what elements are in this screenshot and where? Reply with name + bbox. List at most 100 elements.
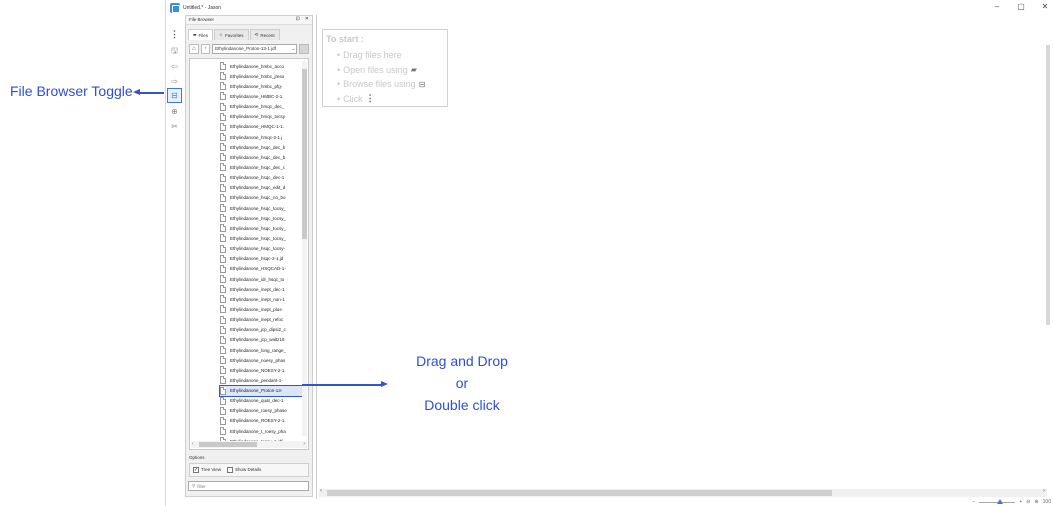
float-panel-button[interactable]: ⊡ bbox=[296, 16, 300, 22]
scroll-right-icon[interactable]: › bbox=[303, 441, 305, 447]
file-list-item[interactable]: Ethylindanone_hsqc_tocsy- bbox=[220, 244, 304, 254]
file-list[interactable]: Ethylindanone_hmbc_acco Ethylindanone_hmb… bbox=[189, 58, 309, 450]
home-icon[interactable]: ⌂ bbox=[189, 43, 199, 54]
file-name: Ethylindanone_hsqc_tocsy_ bbox=[230, 225, 287, 231]
start-item-open: • Open files using ▰ bbox=[337, 64, 417, 75]
filter-input[interactable]: ⚲ filter bbox=[188, 481, 309, 491]
file-list-item[interactable]: Ethylindanone_Proton-13- bbox=[219, 384, 305, 397]
scroll-thumb[interactable] bbox=[327, 490, 832, 496]
scroll-right-icon[interactable]: › bbox=[1043, 488, 1045, 494]
up-arrow-icon[interactable]: ↑ bbox=[200, 43, 211, 54]
file-list-item[interactable]: Ethylindanone_hsqc_tocsy_ bbox=[220, 213, 304, 223]
more-icon[interactable]: ⋮ bbox=[168, 28, 181, 41]
file-list-item[interactable]: Ethylindanone_hmqc_tocsy bbox=[220, 112, 304, 122]
zoom-slider[interactable] bbox=[979, 498, 1016, 504]
file-list-item[interactable]: Ethylindanone_noesy_phas bbox=[220, 355, 304, 365]
annotation-drag-and-drop: Drag and Drop bbox=[416, 353, 508, 369]
file-list-item[interactable]: Ethylindanone_pendant-1- bbox=[220, 375, 304, 385]
maximize-button[interactable]: ▢ bbox=[1016, 2, 1026, 11]
tree-view-checkbox[interactable]: ✓ Tree View bbox=[193, 467, 221, 473]
redo-icon[interactable]: ⇨ bbox=[168, 75, 181, 88]
show-details-checkbox[interactable]: Show Details bbox=[227, 467, 261, 473]
file-list-item[interactable]: Ethylindanone_hmbc_acco bbox=[220, 61, 304, 71]
file-icon bbox=[220, 386, 226, 395]
tab-recent[interactable]: ⟲ Recent bbox=[249, 29, 280, 40]
file-list-item[interactable]: Ethylindanone_inept_non-1 bbox=[220, 294, 304, 304]
tools-icon[interactable]: ✂ bbox=[168, 120, 181, 133]
file-icon bbox=[220, 335, 226, 344]
zoom-reset-icon[interactable]: ⊕ bbox=[1034, 499, 1038, 505]
close-panel-button[interactable]: ✕ bbox=[305, 16, 309, 22]
file-list-item[interactable]: Ethylindanone_hmqc_dec_ bbox=[220, 102, 304, 112]
main-vertical-scrollbar[interactable] bbox=[1046, 25, 1051, 495]
file-list-item[interactable]: Ethylindanone_jcp_waltz16 bbox=[220, 335, 304, 345]
file-list-item[interactable]: Ethylindanone_hsqc_dec_c bbox=[220, 162, 304, 172]
file-list-item[interactable]: Ethylindanone_hsqc-2-1.jd bbox=[220, 254, 304, 264]
file-list-item[interactable]: Ethylindanone_idr_hsqc_to bbox=[220, 274, 304, 284]
file-browser-tabs: ▰ Files ☆ Favorites ⟲ Recent bbox=[188, 29, 310, 40]
file-list-item[interactable]: Ethylindanone_hsqc_dec_b bbox=[220, 142, 304, 152]
file-list-item[interactable]: Ethylindanone_inept_plus- bbox=[220, 304, 304, 314]
file-list-item[interactable]: Ethylindanone_inept_dec-1 bbox=[220, 284, 304, 294]
file-list-item[interactable]: Ethylindanone_inept_refoc bbox=[220, 315, 304, 325]
scroll-thumb[interactable] bbox=[302, 69, 307, 239]
zoom-in-icon[interactable]: + bbox=[1019, 499, 1022, 505]
file-list-vertical-scrollbar[interactable] bbox=[302, 61, 307, 436]
go-button[interactable] bbox=[299, 43, 309, 54]
file-list-item[interactable]: Ethylindanone_hsqc_tocsy_ bbox=[220, 223, 304, 233]
file-list-item[interactable]: Ethylindanone_quat_dec-1 bbox=[220, 396, 304, 406]
minimize-button[interactable]: – bbox=[992, 2, 1002, 11]
file-name: Ethylindanone_t_roesy_pha bbox=[230, 428, 286, 434]
start-item-label: Browse files using bbox=[343, 79, 416, 90]
file-list-item[interactable]: Ethylindanone_HSQCAD-1- bbox=[220, 264, 304, 274]
main-horizontal-scrollbar[interactable]: ‹ › bbox=[319, 488, 1047, 497]
close-button[interactable]: ✕ bbox=[1040, 2, 1050, 11]
save-icon[interactable]: 🖫 bbox=[168, 44, 181, 57]
main-workspace[interactable]: To start : • Drag files here • Open files … bbox=[316, 15, 1052, 499]
tab-favorites[interactable]: ☆ Favorites bbox=[213, 29, 249, 40]
file-name: Ethylindanone_pendant-1- bbox=[230, 377, 283, 383]
scroll-left-icon[interactable]: ‹ bbox=[320, 488, 322, 494]
file-list-item[interactable]: Ethylindanone_hmbc_jreso bbox=[220, 71, 304, 81]
file-list-item[interactable]: Ethylindanone_NOESY-2-1. bbox=[220, 365, 304, 375]
zoom-icon[interactable]: ⊕ bbox=[168, 105, 181, 118]
file-icon bbox=[220, 264, 226, 273]
file-list-item[interactable]: Ethylindanone_hsqc_dec-1 bbox=[220, 173, 304, 183]
file-list-item[interactable]: Ethylindanone_ROESY-2-1. bbox=[220, 416, 304, 426]
file-icon bbox=[220, 295, 226, 304]
zoom-fit-icon[interactable]: ⊖ bbox=[1026, 499, 1030, 505]
file-list-item[interactable]: Ethylindanone_roesy_phase bbox=[220, 406, 304, 416]
file-list-item[interactable]: Ethylindanone_hsqc_no_bo bbox=[220, 193, 304, 203]
scroll-thumb[interactable] bbox=[1046, 45, 1050, 325]
file-icon bbox=[220, 406, 226, 415]
zoom-out-icon[interactable]: − bbox=[972, 499, 975, 505]
file-icon bbox=[220, 173, 226, 182]
file-list-item[interactable]: Ethylindanone_hmbc_pfg- bbox=[220, 81, 304, 91]
file-list-item[interactable]: Ethylindanone_t_roesy_pha bbox=[220, 426, 304, 436]
file-icon bbox=[220, 62, 226, 71]
scroll-thumb[interactable] bbox=[199, 442, 257, 447]
file-list-item[interactable]: Ethylindanone_hsqc_tocsy_ bbox=[220, 203, 304, 213]
file-list-item[interactable]: Ethylindanone_jcp_dipsi2_c bbox=[220, 325, 304, 335]
open-folder-icon: ▰ bbox=[410, 65, 417, 75]
file-icon bbox=[220, 82, 226, 91]
start-item-label: Open files using bbox=[343, 64, 408, 75]
file-list-item[interactable]: Ethylindanone_hsqc_tocsy_ bbox=[220, 233, 304, 243]
file-browser-toggle-icon[interactable]: ⊟ bbox=[167, 88, 182, 103]
file-list-item[interactable]: Ethylindanone_HMQC-1-1. bbox=[220, 122, 304, 132]
file-list-item[interactable]: Ethylindanone_long_range_ bbox=[220, 345, 304, 355]
path-combobox[interactable]: Ethylindanone_Proton-13-1.jdf ⌄ bbox=[212, 43, 298, 54]
file-name: Ethylindanone_hsqc_tocsy_ bbox=[230, 235, 287, 241]
file-icon bbox=[220, 376, 226, 385]
scroll-left-icon[interactable]: ‹ bbox=[192, 441, 194, 447]
file-icon bbox=[220, 183, 226, 192]
annotation-arrow-line bbox=[139, 92, 164, 94]
zoom-slider-thumb[interactable] bbox=[997, 498, 1004, 504]
file-list-item[interactable]: Ethylindanone_hsqc_edit_d bbox=[220, 183, 304, 193]
file-list-item[interactable]: Ethylindanone_HMBC-2-1. bbox=[220, 91, 304, 101]
file-list-item[interactable]: Ethylindanone_hmqc-2-1.j bbox=[220, 132, 304, 142]
tab-files[interactable]: ▰ Files bbox=[188, 29, 213, 40]
file-list-item[interactable]: Ethylindanone_hsqc_dec_b bbox=[220, 152, 304, 162]
undo-icon[interactable]: ⇦ bbox=[168, 60, 181, 73]
file-list-horizontal-scrollbar[interactable]: ‹ › bbox=[191, 441, 307, 448]
